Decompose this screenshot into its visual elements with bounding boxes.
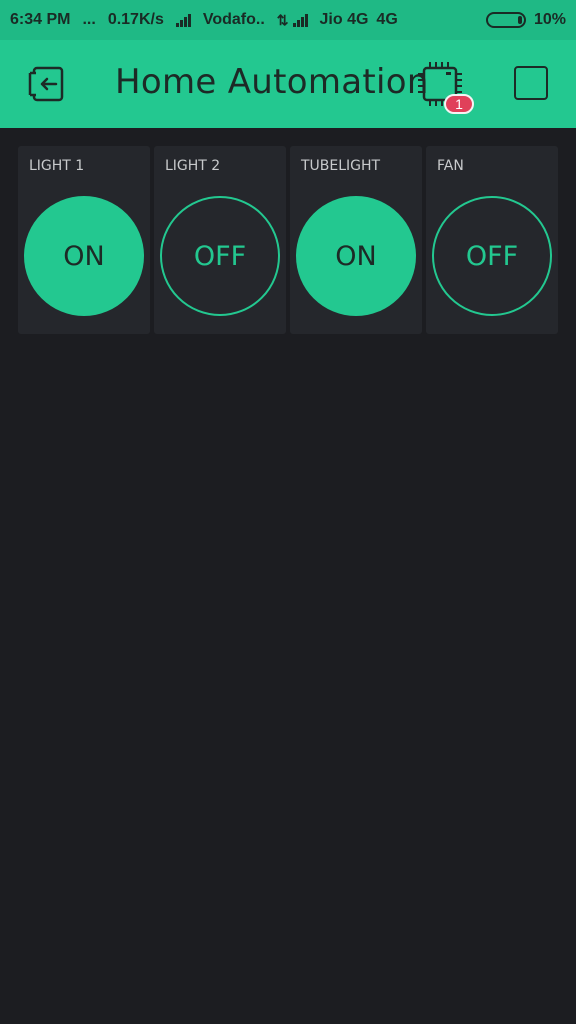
status-carrier-1: Vodafo.. bbox=[202, 11, 265, 28]
data-transfer-icon: ⇅ bbox=[276, 11, 289, 28]
status-time: 6:34 PM bbox=[10, 11, 71, 28]
signal-strength-icon bbox=[292, 13, 308, 27]
widget-label: TUBELIGHT bbox=[301, 158, 381, 174]
tubelight-switch-button[interactable]: ON bbox=[296, 196, 416, 316]
fan-switch-button[interactable]: OFF bbox=[432, 196, 552, 316]
square-icon[interactable] bbox=[514, 66, 548, 100]
widget-label: LIGHT 2 bbox=[165, 158, 221, 174]
widget-fan: FAN OFF bbox=[426, 146, 558, 334]
app-bar: Home Automation 1 bbox=[0, 40, 576, 128]
light-2-switch-button[interactable]: OFF bbox=[160, 196, 280, 316]
widget-tubelight: TUBELIGHT ON bbox=[290, 146, 422, 334]
page-title: Home Automation bbox=[115, 62, 429, 102]
status-battery-level: 10% bbox=[533, 11, 566, 28]
widget-light-1: LIGHT 1 ON bbox=[18, 146, 150, 334]
signal-strength-icon bbox=[175, 13, 191, 27]
exit-icon[interactable] bbox=[26, 64, 66, 104]
status-bar: 6:34 PM ... 0.17K/s Vodafo.. ⇅ Jio 4G 4G… bbox=[0, 0, 576, 40]
status-carrier-2: Jio 4G bbox=[319, 11, 369, 28]
notification-badge: 1 bbox=[444, 94, 474, 114]
battery-icon bbox=[485, 12, 526, 28]
widget-label: FAN bbox=[437, 158, 464, 174]
light-1-switch-button[interactable]: ON bbox=[24, 196, 144, 316]
status-network-type: 4G bbox=[376, 11, 398, 28]
status-network-speed: 0.17K/s bbox=[107, 11, 164, 28]
widget-light-2: LIGHT 2 OFF bbox=[154, 146, 286, 334]
widget-label: LIGHT 1 bbox=[29, 158, 85, 174]
status-more-dots: ... bbox=[82, 11, 96, 28]
